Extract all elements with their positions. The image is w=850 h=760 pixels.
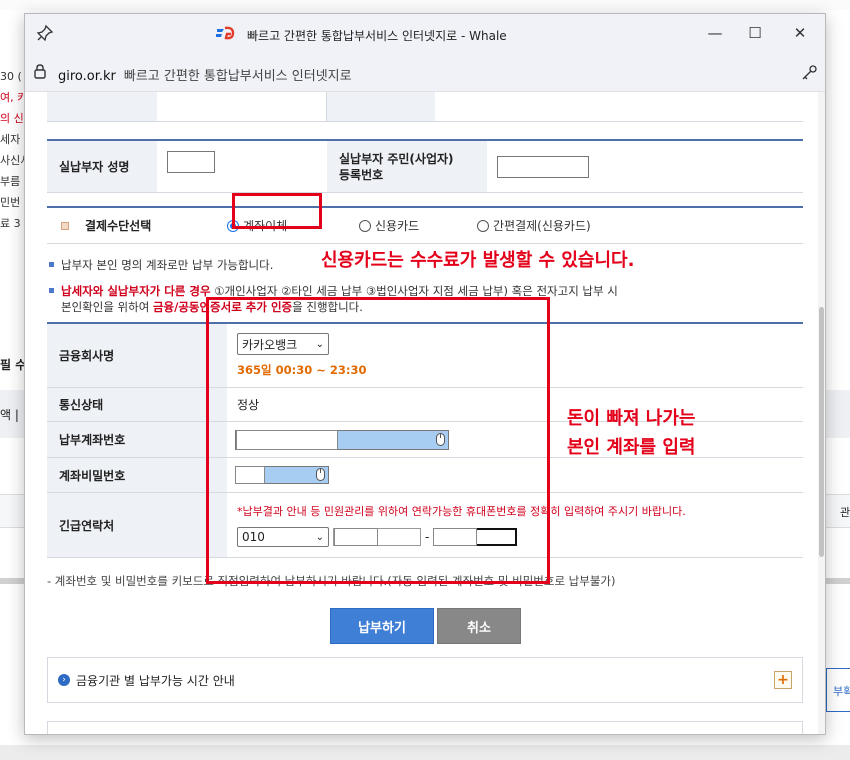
pin-icon[interactable] (35, 24, 55, 44)
bank-label: 금융회사명 (47, 324, 227, 387)
payment-method-label: 결제수단선택 (85, 219, 152, 233)
background-right-cell: 관 (826, 494, 850, 528)
minimize-button[interactable]: — (700, 20, 730, 46)
payer-id-field[interactable] (497, 155, 589, 178)
note-own-account-text: 납부자 본인 명의 계좌로만 납부 가능합니다. (61, 258, 274, 272)
next-section-box (47, 721, 803, 734)
cancel-button[interactable]: 취소 (437, 608, 521, 644)
bg-fragment: 의 신 (0, 112, 24, 125)
radio-easy-pay-label: 간편결제(신용카드) (493, 219, 591, 233)
payer-name-cell (157, 141, 327, 192)
maximize-button[interactable]: ☐ (740, 20, 770, 46)
note-different-payer-red: 납세자와 실납부자가 다른 경우 (61, 284, 211, 298)
bg-fragment: 료 3 (0, 217, 21, 230)
url-host: giro.or.kr (58, 69, 116, 84)
key-icon[interactable] (800, 64, 818, 82)
payer-id-label-line2: 등록번호 (339, 167, 384, 182)
annotation-account-line2: 본인 계좌를 입력 (567, 437, 696, 458)
url-page-title: 빠르고 간편한 통합납부서비스 인터넷지로 (123, 69, 352, 84)
background-bottom-strip (0, 745, 850, 760)
cut-off-header (47, 92, 157, 121)
background-top-strip (0, 0, 850, 10)
cut-off-header-2 (327, 92, 435, 121)
bullet-icon (61, 221, 69, 230)
payer-id-cell (487, 141, 803, 192)
popup-content: 실납부자 성명 실납부자 주민(사업자) 등록번호 결제수단선택 계좌이체 신용… (25, 92, 825, 734)
note-own-account: 납부자 본인 명의 계좌로만 납부 가능합니다. (47, 257, 273, 273)
radio-easy-pay-dot[interactable] (477, 219, 489, 232)
radio-card-label: 신용카드 (375, 219, 420, 233)
radio-card[interactable]: 신용카드 (359, 217, 477, 234)
bg-fragment: 부름 (0, 175, 21, 188)
password-label: 계좌비밀번호 (47, 458, 227, 492)
cut-off-cell-2 (435, 92, 803, 121)
contact-label: 긴급연락처 (47, 493, 227, 557)
payer-name-label: 실납부자 성명 (47, 141, 157, 192)
account-label: 납부계좌번호 (47, 422, 227, 457)
window-title-group: 빠르고 간편한 통합납부서비스 인터넷지로 - Whale (215, 26, 507, 44)
giro-logo-icon (215, 26, 237, 44)
bg-right-cell-label: 관 (840, 506, 850, 519)
payment-method-header: 결제수단선택 (47, 208, 227, 243)
payer-info-row: 실납부자 성명 실납부자 주민(사업자) 등록번호 (47, 139, 803, 193)
background-right-band (826, 390, 850, 438)
scrollbar-thumb[interactable] (819, 307, 824, 557)
radio-card-dot[interactable] (359, 219, 371, 232)
payer-id-label-line1: 실납부자 주민(사업자) (339, 151, 454, 166)
scrollbar[interactable] (818, 92, 825, 734)
lock-icon[interactable] (33, 63, 49, 81)
note-different-payer-rest: ①개인사업자 ②타인 세금 납부 ③법인사업자 지점 세금 납부) 혹은 전자고… (210, 284, 618, 298)
time-guide-box[interactable]: › 금융기관 별 납부가능 시간 안내 + (47, 657, 803, 703)
bg-fragment: 민번 (0, 196, 21, 209)
bg-confirm-button-label: 부확인 (833, 685, 850, 698)
close-button[interactable]: ✕ (785, 20, 815, 46)
url-display[interactable]: giro.or.kr 빠르고 간편한 통합납부서비스 인터넷지로 (58, 65, 352, 84)
annotation-box-transfer (232, 193, 322, 229)
bg-fragment-side-1: 필 수 (0, 358, 24, 372)
cut-off-cell (157, 92, 327, 121)
address-bar[interactable]: giro.or.kr 빠르고 간편한 통합납부서비스 인터넷지로 (25, 54, 825, 92)
bg-fragment: 세자 5 (0, 133, 24, 146)
expand-plus-button[interactable]: + (774, 671, 792, 689)
annotation-account-line1: 돈이 빠져 나가는 (567, 408, 696, 429)
bg-fragment-side-2: 액 | (0, 408, 19, 422)
cut-off-row (47, 92, 803, 122)
title-bar: 빠르고 간편한 통합납부서비스 인터넷지로 - Whale — ☐ ✕ (25, 14, 825, 54)
payer-name-field[interactable] (167, 151, 215, 173)
background-confirm-button[interactable]: 부확인 (826, 668, 850, 712)
bg-fragment: 사신서 (0, 154, 24, 167)
bullet-icon (49, 262, 54, 267)
annotation-box-account (206, 297, 550, 584)
bg-fragment: 30 ( (0, 70, 22, 83)
radio-easy-pay[interactable]: 간편결제(신용카드) (477, 217, 591, 234)
time-guide-label: 금융기관 별 납부가능 시간 안내 (76, 673, 235, 688)
payer-id-label: 실납부자 주민(사업자) 등록번호 (327, 141, 487, 192)
arrow-right-icon: › (58, 674, 70, 686)
background-band-2 (0, 494, 24, 528)
status-label: 통신상태 (47, 388, 227, 421)
annotation-card-fee: 신용카드는 수수료가 발생할 수 있습니다. (321, 250, 635, 271)
popup-window: 빠르고 간편한 통합납부서비스 인터넷지로 - Whale — ☐ ✕ giro… (24, 13, 826, 735)
pay-button[interactable]: 납부하기 (330, 608, 434, 644)
bullet-icon (49, 288, 54, 293)
window-title: 빠르고 간편한 통합납부서비스 인터넷지로 - Whale (247, 28, 507, 43)
note-verification-pre: 본인확인을 위하여 (61, 300, 153, 314)
bg-fragment: 여, 카 (0, 91, 24, 104)
payment-method-row: 결제수단선택 계좌이체 신용카드 간편결제(신용카드) (47, 206, 803, 244)
